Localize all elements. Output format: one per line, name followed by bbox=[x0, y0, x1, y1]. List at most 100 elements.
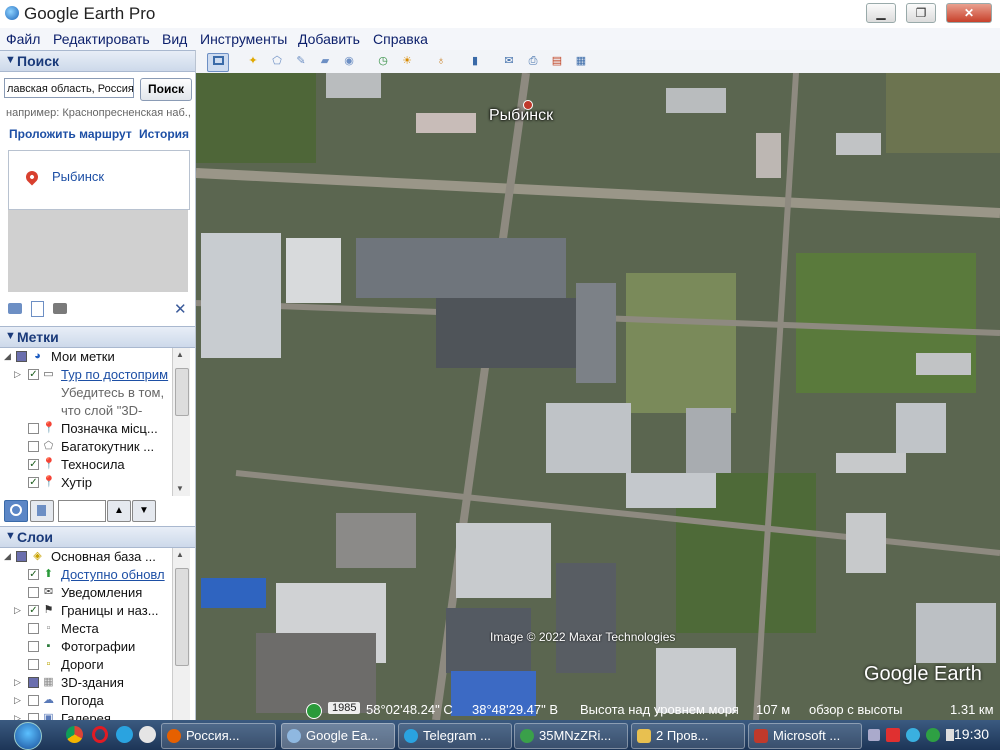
close-panel-icon[interactable]: ✕ bbox=[174, 300, 187, 318]
tree-item-khutir[interactable]: ✓ 📍 Хутір bbox=[0, 474, 172, 492]
taskbar-explorer[interactable]: 2 Пров... bbox=[631, 723, 745, 749]
taskbar-telegram[interactable]: Telegram ... bbox=[398, 723, 512, 749]
print-icon[interactable] bbox=[53, 303, 67, 314]
tray-network-icon[interactable] bbox=[906, 728, 920, 742]
expand-icon[interactable]: ▷ bbox=[14, 677, 21, 688]
menu-add[interactable]: Добавить bbox=[298, 31, 360, 47]
record-tour-button[interactable]: ◉ bbox=[339, 53, 359, 70]
move-up-button[interactable]: ▲ bbox=[107, 500, 131, 522]
checkbox[interactable] bbox=[28, 659, 39, 670]
move-down-button[interactable]: ▼ bbox=[132, 500, 156, 522]
layer-3d-buildings[interactable]: ▷ ▦ 3D-здания bbox=[0, 674, 172, 692]
layer-gallery[interactable]: ▷ ▣ Галерея bbox=[0, 710, 172, 720]
add-overlay-button[interactable]: ▰ bbox=[315, 53, 335, 70]
sunlight-button[interactable]: ☀ bbox=[397, 53, 417, 70]
checkbox[interactable]: ✓ bbox=[28, 605, 39, 616]
scroll-down-icon[interactable]: ▼ bbox=[176, 484, 184, 493]
checkbox[interactable] bbox=[28, 677, 39, 688]
tree-item-placemark[interactable]: 📍 Позначка місц... bbox=[0, 420, 172, 438]
add-path-button[interactable]: ✎ bbox=[291, 53, 311, 70]
taskbar-firefox[interactable]: Россия... bbox=[161, 723, 276, 749]
layer-places[interactable]: ▫ Места bbox=[0, 620, 172, 638]
checkbox[interactable] bbox=[28, 695, 39, 706]
tray-flag-icon[interactable] bbox=[946, 729, 954, 741]
checkbox[interactable]: ✓ bbox=[28, 569, 39, 580]
start-button[interactable] bbox=[14, 722, 42, 750]
tray-app-icon[interactable] bbox=[886, 728, 900, 742]
tray-arrow-icon[interactable] bbox=[868, 729, 880, 741]
layer-primary-database[interactable]: ◢ ◈ Основная база ... bbox=[0, 548, 172, 566]
layer-roads[interactable]: ▫ Дороги bbox=[0, 656, 172, 674]
search-button[interactable]: Поиск bbox=[140, 78, 192, 101]
historical-imagery-button[interactable]: ◷ bbox=[373, 53, 393, 70]
search-input[interactable]: лавская область, Россия bbox=[4, 78, 134, 98]
menu-edit[interactable]: Редактировать bbox=[53, 31, 150, 47]
copy-icon[interactable] bbox=[31, 301, 44, 317]
tree-item-label[interactable]: Тур по достоприм bbox=[61, 367, 168, 382]
layer-borders[interactable]: ▷ ✓ ⚑ Границы и наз... bbox=[0, 602, 172, 620]
scroll-up-icon[interactable]: ▲ bbox=[176, 550, 184, 559]
tree-item-my-places[interactable]: ◢ ◕ Мои метки bbox=[0, 348, 172, 366]
tray-update-icon[interactable] bbox=[926, 728, 940, 742]
city-label[interactable]: Рыбинск bbox=[489, 107, 553, 125]
chrome-icon[interactable] bbox=[66, 726, 83, 743]
layer-weather[interactable]: ▷ ☁ Погода bbox=[0, 692, 172, 710]
toggle-view-button[interactable] bbox=[30, 500, 54, 522]
scroll-thumb[interactable] bbox=[175, 568, 189, 666]
menu-tools[interactable]: Инструменты bbox=[200, 31, 287, 47]
view-in-maps-button[interactable]: ▦ bbox=[571, 53, 591, 70]
expand-icon[interactable]: ▷ bbox=[14, 695, 21, 706]
minimize-button[interactable]: ▁ bbox=[866, 3, 896, 23]
ruler-button[interactable]: ▮ bbox=[465, 53, 485, 70]
checkbox[interactable] bbox=[28, 713, 39, 720]
collapse-icon[interactable]: ◢ bbox=[4, 351, 11, 362]
add-placemark-button[interactable]: ✦ bbox=[243, 53, 263, 70]
sidebar-toggle-button[interactable] bbox=[207, 53, 229, 72]
places-section-header[interactable]: ▼ Метки bbox=[0, 326, 195, 348]
earth-map-view[interactable]: Рыбинск Image © 2022 Maxar Technologies … bbox=[196, 73, 1000, 720]
checkbox[interactable]: ✓ bbox=[28, 369, 39, 380]
tree-item-polygon[interactable]: ⬠ Багатокутник ... bbox=[0, 438, 172, 456]
search-in-places-button[interactable] bbox=[4, 500, 28, 522]
email-button[interactable]: ✉ bbox=[499, 53, 519, 70]
checkbox[interactable]: ✓ bbox=[28, 459, 39, 470]
places-filter-input[interactable] bbox=[58, 500, 106, 522]
expand-icon[interactable]: ▷ bbox=[14, 713, 21, 720]
telegram-icon[interactable] bbox=[116, 726, 133, 743]
checkbox[interactable] bbox=[16, 551, 27, 562]
media-player-icon[interactable] bbox=[139, 726, 156, 743]
menu-view[interactable]: Вид bbox=[162, 31, 187, 47]
tree-item-label[interactable]: Доступно обновл bbox=[61, 567, 165, 582]
expand-icon[interactable]: ▷ bbox=[14, 369, 21, 380]
search-section-header[interactable]: ▼ Поиск bbox=[0, 50, 195, 72]
scroll-up-icon[interactable]: ▲ bbox=[176, 350, 184, 359]
taskbar-image[interactable]: 35MNzZRi... bbox=[514, 723, 628, 749]
layers-section-header[interactable]: ▼ Слои bbox=[0, 526, 195, 548]
close-button[interactable]: ✕ bbox=[946, 3, 992, 23]
collapse-icon[interactable]: ◢ bbox=[4, 551, 11, 562]
layer-photos[interactable]: ▪ Фотографии bbox=[0, 638, 172, 656]
tree-item-tour[interactable]: ▷ ✓ ▭ Тур по достоприм bbox=[0, 366, 172, 384]
history-link[interactable]: История bbox=[139, 127, 189, 141]
layer-update[interactable]: ✓ ⬆ Доступно обновл bbox=[0, 566, 172, 584]
tree-item-technosila[interactable]: ✓ 📍 Техносила bbox=[0, 456, 172, 474]
taskbar-google-earth[interactable]: Google Ea... bbox=[281, 723, 395, 749]
layers-scrollbar[interactable]: ▲ bbox=[172, 548, 190, 720]
places-scrollbar[interactable]: ▲ ▼ bbox=[172, 348, 190, 496]
add-polygon-button[interactable]: ⬠ bbox=[267, 53, 287, 70]
checkbox[interactable] bbox=[28, 623, 39, 634]
checkbox[interactable] bbox=[16, 351, 27, 362]
print-button[interactable]: ⎙ bbox=[523, 53, 543, 70]
checkbox[interactable] bbox=[28, 587, 39, 598]
checkbox[interactable] bbox=[28, 641, 39, 652]
opera-icon[interactable] bbox=[92, 726, 108, 743]
search-result-item[interactable]: Рыбинск bbox=[52, 169, 104, 184]
directions-link[interactable]: Проложить маршрут bbox=[9, 127, 132, 141]
save-image-button[interactable]: ▤ bbox=[547, 53, 567, 70]
add-folder-icon[interactable] bbox=[8, 303, 22, 314]
checkbox[interactable]: ✓ bbox=[28, 477, 39, 488]
checkbox[interactable] bbox=[28, 423, 39, 434]
menu-help[interactable]: Справка bbox=[373, 31, 428, 47]
taskbar-microsoft[interactable]: Microsoft ... bbox=[748, 723, 862, 749]
clock[interactable]: 19:30 bbox=[954, 726, 989, 742]
